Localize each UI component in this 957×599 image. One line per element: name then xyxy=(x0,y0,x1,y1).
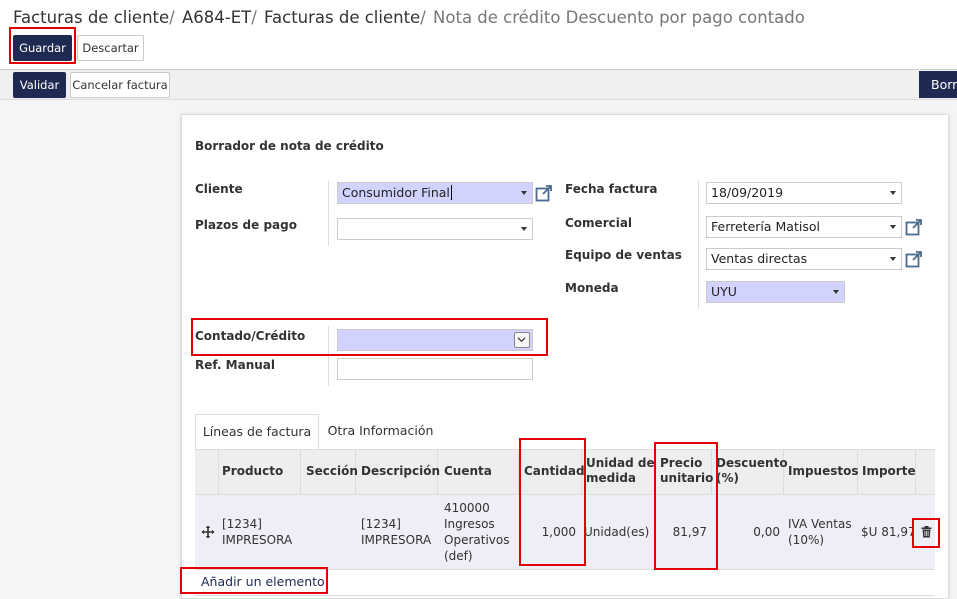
label-divider xyxy=(328,181,329,246)
col-discount-line2: (%) xyxy=(716,471,739,485)
sales-team-select[interactable]: Ventas directas xyxy=(706,248,902,270)
sales-team-label: Equipo de ventas xyxy=(565,248,682,262)
col-account[interactable]: Cuenta xyxy=(444,464,492,479)
breadcrumb-separator: / xyxy=(251,8,257,27)
breadcrumb-item-customer-invoices[interactable]: Facturas de cliente xyxy=(13,8,169,27)
cell-product-line1: [1234] xyxy=(222,517,262,531)
breadcrumb: Facturas de cliente/ A684-ET/ Facturas d… xyxy=(13,8,805,27)
cell-taxes: IVA Ventas (10%) xyxy=(788,516,852,548)
chevron-down-icon xyxy=(890,225,896,229)
col-price-line2: unitario xyxy=(660,471,714,485)
label-divider xyxy=(698,181,699,309)
cell-amount: $U 81,97 xyxy=(861,525,913,539)
salesperson-select[interactable]: Ferretería Matisol xyxy=(706,216,902,238)
cell-uom: Unidad(es) xyxy=(584,525,650,539)
column-separator xyxy=(300,449,301,494)
cell-unit-price: 81,97 xyxy=(672,525,707,539)
manual-ref-input[interactable] xyxy=(337,358,533,380)
breadcrumb-separator: / xyxy=(420,8,426,27)
currency-label: Moneda xyxy=(565,281,619,295)
invoice-date-value: 18/09/2019 xyxy=(711,185,784,200)
col-description[interactable]: Descripción xyxy=(361,464,440,479)
chevron-down-icon xyxy=(521,191,527,195)
tab-other-info[interactable]: Otra Información xyxy=(325,414,436,450)
column-separator xyxy=(518,449,519,494)
col-section[interactable]: Sección xyxy=(306,464,358,479)
control-panel: Facturas de cliente/ A684-ET/ Facturas d… xyxy=(0,0,957,70)
col-discount-line1: Descuento xyxy=(716,456,788,470)
cell-account-line3: Operativos xyxy=(444,533,510,547)
col-price-line1: Precio xyxy=(660,456,703,470)
manual-ref-label: Ref. Manual xyxy=(195,358,276,372)
cell-taxes-line1: IVA Ventas xyxy=(788,517,852,531)
chevron-down-icon xyxy=(517,337,526,343)
salesperson-label: Comercial xyxy=(565,216,633,230)
discard-button[interactable]: Descartar xyxy=(77,35,144,61)
tab-invoice-lines[interactable]: Líneas de factura xyxy=(195,414,319,450)
label-divider xyxy=(328,326,329,386)
chevron-down-icon xyxy=(890,257,896,261)
dropdown-toggle[interactable] xyxy=(514,332,530,348)
sales-team-value: Ventas directas xyxy=(711,251,808,266)
cell-description-line2: IMPRESORA xyxy=(361,533,432,547)
add-line-link[interactable]: Añadir un elemento xyxy=(201,574,325,589)
invoice-date-input[interactable]: 18/09/2019 xyxy=(706,182,902,204)
status-draft: Borrador xyxy=(919,71,957,98)
status-bar: Validar Cancelar factura Borrador xyxy=(0,70,957,100)
cell-product-line2: IMPRESORA xyxy=(222,533,293,547)
customer-select[interactable]: Consumidor Final xyxy=(337,182,533,204)
customer-value: Consumidor Final xyxy=(342,185,450,200)
cell-account-line2: Ingresos xyxy=(444,517,495,531)
cell-description: [1234] IMPRESORA xyxy=(361,516,431,548)
invoice-date-label: Fecha factura xyxy=(565,182,658,196)
cell-description-line1: [1234] xyxy=(361,517,401,531)
cell-product: [1234] IMPRESORA xyxy=(222,516,292,548)
payment-terms-label: Plazos de pago xyxy=(195,218,297,232)
external-link-icon[interactable] xyxy=(905,218,923,236)
chevron-down-icon xyxy=(890,191,896,195)
breadcrumb-current: Nota de crédito Descuento por pago conta… xyxy=(433,8,805,27)
cell-discount: 0,00 xyxy=(753,525,780,539)
external-link-icon[interactable] xyxy=(535,184,553,202)
text-cursor xyxy=(450,185,452,200)
salesperson-value: Ferretería Matisol xyxy=(711,219,820,234)
col-uom-line2: medida xyxy=(586,471,637,485)
currency-value: UYU xyxy=(711,284,737,299)
breadcrumb-separator: / xyxy=(169,8,175,27)
cell-taxes-line2: (10%) xyxy=(788,533,825,547)
external-link-icon[interactable] xyxy=(905,250,923,268)
save-button[interactable]: Guardar xyxy=(13,35,72,61)
form-title: Borrador de nota de crédito xyxy=(195,139,384,153)
col-product[interactable]: Producto xyxy=(222,464,283,479)
col-uom-line1: Unidad de xyxy=(586,456,655,470)
col-taxes[interactable]: Impuestos xyxy=(788,464,859,479)
col-quantity[interactable]: Cantidad xyxy=(524,464,585,479)
breadcrumb-item-invoice[interactable]: A684-ET xyxy=(182,8,251,27)
trash-icon[interactable] xyxy=(921,526,932,538)
cancel-invoice-button[interactable]: Cancelar factura xyxy=(70,72,170,98)
cell-account-line1: 410000 xyxy=(444,501,490,515)
col-unit-price[interactable]: Precio unitario xyxy=(660,456,713,486)
col-amount[interactable]: Importe xyxy=(862,464,916,479)
cell-account-line4: (def) xyxy=(444,549,473,563)
chevron-down-icon xyxy=(833,290,839,294)
cash-credit-select[interactable] xyxy=(337,329,533,351)
customer-label: Cliente xyxy=(195,182,243,196)
col-discount[interactable]: Descuento (%) xyxy=(716,456,788,486)
validate-button[interactable]: Validar xyxy=(13,72,66,98)
payment-terms-select[interactable] xyxy=(337,218,533,240)
drag-handle-icon[interactable] xyxy=(201,525,215,539)
breadcrumb-item-customer-invoices-2[interactable]: Facturas de cliente xyxy=(264,8,420,27)
chevron-down-icon xyxy=(521,227,527,231)
cash-credit-label: Contado/Crédito xyxy=(195,329,306,343)
col-uom[interactable]: Unidad de medida xyxy=(586,456,655,486)
cell-quantity: 1,000 xyxy=(541,525,576,539)
cell-account: 410000 Ingresos Operativos (def) xyxy=(444,500,509,564)
currency-select[interactable]: UYU xyxy=(706,281,845,303)
table-footer-line xyxy=(195,595,935,596)
